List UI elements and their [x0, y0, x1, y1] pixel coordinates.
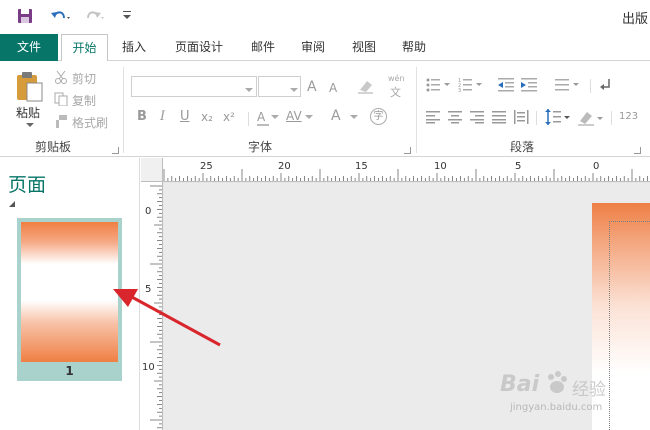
horizontal-ruler-ticks	[163, 169, 648, 181]
copy-button[interactable]: 复制	[72, 92, 96, 109]
font-launcher-icon[interactable]	[404, 147, 411, 154]
copy-icon[interactable]	[54, 92, 68, 106]
grow-font-button[interactable]: A	[307, 79, 317, 95]
font-divider	[248, 112, 249, 126]
shrink-font-button[interactable]: A	[329, 80, 337, 96]
align-center-icon[interactable]	[448, 110, 464, 124]
collapse-triangle-icon[interactable]	[9, 201, 16, 208]
ruler-corner	[141, 158, 163, 182]
paragraph-group-label: 段落	[510, 140, 535, 154]
ruler-label-h: 10	[434, 161, 447, 172]
ribbon-home: 粘贴 剪切 复制 格式刷 剪贴板 A A wén 文 B I U x₂ x² A…	[0, 61, 650, 157]
line-break-icon[interactable]	[599, 77, 613, 93]
vertical-ruler-ticks	[150, 185, 162, 429]
ruler-label-v: 10	[142, 362, 155, 373]
align-right-icon[interactable]	[470, 110, 486, 124]
page-margin-guide	[609, 221, 650, 222]
clipboard-group-label: 剪贴板	[35, 140, 72, 154]
tab-mailings[interactable]: 邮件	[241, 34, 285, 61]
font-name-dropdown-icon[interactable]	[245, 82, 253, 96]
text-color-dropdown-icon[interactable]	[271, 115, 279, 120]
paste-label[interactable]: 粘贴	[16, 104, 40, 121]
paragraph-launcher-icon[interactable]	[634, 147, 641, 154]
ruler-label-h: 15	[355, 161, 368, 172]
save-icon[interactable]	[17, 8, 33, 24]
numbering-icon[interactable]: 1 2 3	[458, 77, 484, 93]
ruler-label-v: 5	[145, 284, 152, 295]
quick-access-toolbar: 出版	[0, 0, 650, 34]
distributed-icon[interactable]	[514, 110, 530, 124]
phonetic-guide-button[interactable]: 文	[390, 84, 401, 100]
group-separator	[123, 67, 124, 153]
watermark-brand-2: 经验	[572, 380, 606, 400]
align-left-icon[interactable]	[426, 110, 442, 124]
enclose-characters-button[interactable]: 字	[370, 108, 387, 125]
tab-page-design[interactable]: 页面设计	[166, 34, 232, 61]
watermark-url: jingyan.baidu.com	[510, 402, 603, 413]
pages-pane: 页面 1	[0, 158, 140, 430]
increase-indent-icon[interactable]	[521, 77, 539, 93]
decrease-indent-icon[interactable]	[498, 77, 516, 93]
character-spacing-dropdown-icon[interactable]	[305, 115, 313, 120]
text-color-button[interactable]: A	[257, 109, 265, 125]
font-size-dropdown-icon[interactable]	[290, 82, 298, 96]
page-thumbnail[interactable]: 1	[17, 218, 122, 381]
window-title: 出版	[622, 12, 649, 27]
group-separator	[416, 67, 417, 153]
watermark-brand: Bai	[500, 372, 540, 397]
font-name-combobox[interactable]	[131, 76, 257, 97]
tab-home[interactable]: 开始	[61, 34, 108, 62]
font-color-button[interactable]: A	[331, 108, 341, 124]
tab-review[interactable]: 审阅	[293, 34, 333, 61]
font-group-label: 字体	[248, 140, 273, 154]
paragraph-divider	[611, 111, 612, 125]
vertical-ruler[interactable]: 0 5 10	[141, 182, 163, 430]
ruler-label-h: 5	[515, 161, 522, 172]
ruler-label-h: 20	[278, 161, 291, 172]
format-painter-button[interactable]: 格式刷	[72, 114, 108, 131]
paste-dropdown-icon[interactable]	[26, 123, 34, 128]
svg-text:3: 3	[458, 88, 461, 93]
paw-logo-icon	[548, 371, 567, 393]
undo-icon[interactable]	[50, 8, 72, 24]
phonetic-guide-top[interactable]: wén	[388, 74, 405, 83]
page-thumbnail-image	[21, 222, 118, 362]
tab-file[interactable]: 文件	[0, 34, 58, 61]
justify-icon[interactable]	[492, 110, 508, 124]
character-spacing-button[interactable]: AV	[286, 108, 302, 124]
font-color-dropdown-icon[interactable]	[350, 115, 358, 120]
paragraph-divider	[590, 79, 591, 93]
text-color-bar	[257, 124, 269, 126]
bullets-icon[interactable]	[426, 77, 452, 93]
subscript-button[interactable]: x₂	[201, 109, 213, 125]
ruler-label-h: 25	[200, 161, 213, 172]
superscript-button[interactable]: x²	[223, 109, 235, 125]
page-margin-guide	[609, 221, 610, 430]
paste-icon[interactable]	[14, 70, 44, 102]
shading-icon[interactable]	[578, 109, 606, 127]
format-painter-icon[interactable]	[54, 114, 68, 128]
customize-qat-icon[interactable]	[122, 10, 132, 22]
tab-insert[interactable]: 插入	[112, 34, 156, 61]
paragraph-divider	[536, 111, 537, 125]
scissors-icon[interactable]	[54, 70, 68, 84]
cut-button[interactable]: 剪切	[72, 70, 96, 87]
horizontal-ruler[interactable]: 25 20 15 10 5 0	[163, 158, 650, 182]
tab-view[interactable]: 视图	[344, 34, 384, 61]
pages-pane-title: 页面	[8, 174, 47, 196]
line-spacing-icon[interactable]	[544, 108, 572, 126]
clipboard-launcher-icon[interactable]	[112, 147, 119, 154]
underline-button[interactable]: U	[180, 109, 190, 125]
italic-button[interactable]: I	[160, 109, 165, 125]
columns-icon[interactable]	[555, 77, 581, 93]
tab-help[interactable]: 帮助	[394, 34, 434, 61]
bold-button[interactable]: B	[137, 109, 147, 125]
redo-icon[interactable]	[84, 8, 106, 24]
clear-formatting-icon[interactable]	[357, 78, 375, 94]
ribbon-tabs: 文件 开始 插入 页面设计 邮件 审阅 视图 帮助	[0, 34, 650, 62]
page-number: 1	[65, 364, 74, 378]
numbers-style-button[interactable]: 123	[619, 111, 638, 122]
ruler-label-v: 0	[145, 206, 152, 217]
ruler-label-h: 0	[593, 161, 600, 172]
